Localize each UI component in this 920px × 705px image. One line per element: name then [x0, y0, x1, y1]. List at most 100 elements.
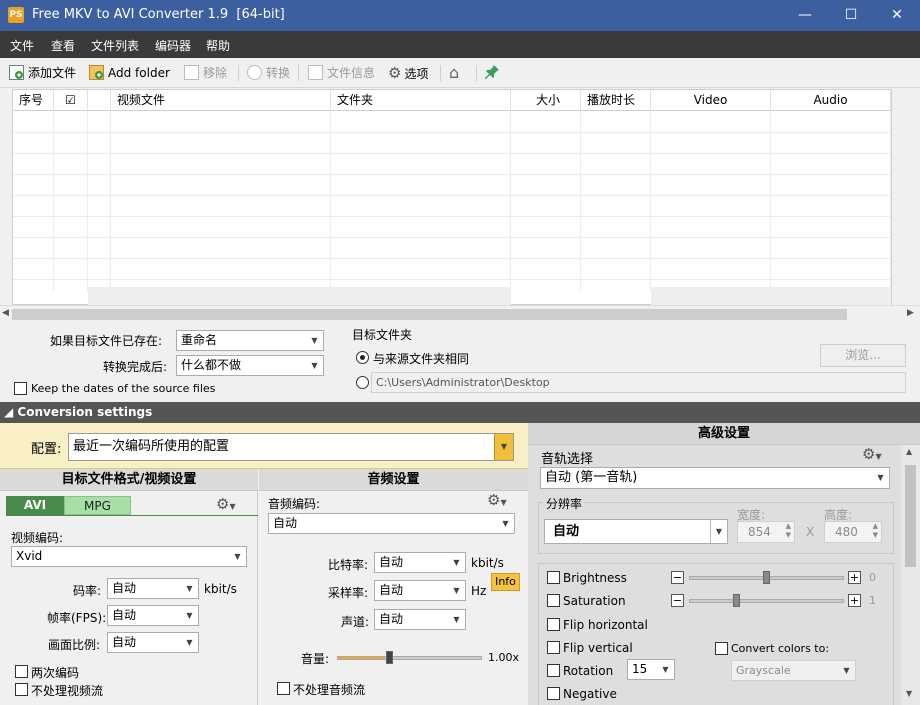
- scroll-down-icon[interactable]: ▼: [906, 689, 912, 698]
- aspect-ratio-label: 画面比例:: [48, 638, 101, 652]
- scrollbar-thumb[interactable]: [12, 309, 847, 320]
- flip-vertical-checkbox[interactable]: [547, 641, 560, 654]
- menu-help[interactable]: 帮助: [206, 37, 230, 54]
- fps-select[interactable]: 自动 ▼: [107, 605, 199, 626]
- col-header-video[interactable]: Video: [651, 90, 771, 111]
- audio-track-select[interactable]: 自动 (第一音轨) ▼: [540, 467, 890, 489]
- chevron-down-icon: ▼: [234, 552, 241, 561]
- saturation-slider-thumb[interactable]: [733, 594, 740, 607]
- brightness-checkbox[interactable]: [547, 571, 560, 584]
- tab-avi[interactable]: AVI: [6, 496, 64, 515]
- volume-slider[interactable]: [337, 656, 482, 660]
- negative-label: Negative: [563, 687, 617, 701]
- width-spinner[interactable]: 854 ▲ ▼: [737, 521, 795, 543]
- convert-colors-checkbox[interactable]: [715, 642, 728, 655]
- app-logo-icon: PS: [8, 7, 24, 23]
- custom-folder-radio[interactable]: [356, 376, 369, 389]
- add-folder-button[interactable]: Add folder: [89, 64, 170, 82]
- volume-slider-thumb[interactable]: [386, 651, 393, 664]
- no-video-checkbox[interactable]: [15, 683, 28, 696]
- options-button[interactable]: ⚙ 选项: [388, 64, 428, 82]
- home-icon[interactable]: ⌂: [449, 64, 459, 82]
- samplerate-select[interactable]: 自动 ▼: [374, 580, 466, 601]
- target-folder-label: 目标文件夹: [352, 328, 413, 342]
- col-header-duration[interactable]: 播放时长: [581, 90, 651, 111]
- menu-view[interactable]: 查看: [51, 37, 75, 54]
- settings-gear-icon[interactable]: ⚙▼: [216, 495, 236, 513]
- pin-icon[interactable]: [484, 64, 500, 82]
- aspect-ratio-select[interactable]: 自动 ▼: [107, 632, 199, 653]
- saturation-plus-button[interactable]: +: [848, 594, 861, 607]
- audio-bitrate-select[interactable]: 自动 ▼: [374, 552, 466, 573]
- brightness-minus-button[interactable]: −: [671, 571, 684, 584]
- scroll-up-icon[interactable]: ▲: [906, 447, 912, 456]
- maximize-button[interactable]: ☐: [828, 0, 874, 31]
- samplerate-label: 采样率:: [328, 586, 369, 600]
- browse-button[interactable]: 浏览...: [820, 344, 906, 367]
- convert-colors-select[interactable]: Grayscale ▼: [731, 660, 856, 681]
- if-exists-select[interactable]: 重命名 ▼: [176, 330, 324, 351]
- resolution-select[interactable]: 自动 ▼: [544, 519, 728, 544]
- video-codec-select[interactable]: Xvid ▼: [11, 546, 247, 567]
- vertical-scrollbar-thumb[interactable]: [905, 465, 916, 567]
- two-pass-checkbox[interactable]: [15, 665, 28, 678]
- saturation-checkbox[interactable]: [547, 594, 560, 607]
- menu-file-list[interactable]: 文件列表: [91, 37, 139, 54]
- scroll-left-icon[interactable]: ◀: [2, 308, 9, 318]
- brightness-plus-button[interactable]: +: [848, 571, 861, 584]
- horizontal-scrollbar[interactable]: ◀ ▶: [0, 305, 920, 322]
- options-label: 选项: [404, 67, 429, 81]
- video-bitrate-label: 码率:: [73, 584, 102, 598]
- audio-bitrate-label: 比特率:: [328, 558, 369, 572]
- menu-encoder[interactable]: 编码器: [155, 37, 191, 54]
- menu-file[interactable]: 文件: [10, 37, 34, 54]
- col-header-folder[interactable]: 文件夹: [331, 90, 511, 111]
- brightness-slider-thumb[interactable]: [763, 571, 770, 584]
- add-file-button[interactable]: 添加文件: [9, 64, 76, 82]
- file-info-button[interactable]: 文件信息: [308, 64, 375, 82]
- after-convert-select[interactable]: 什么都不做 ▼: [176, 355, 324, 376]
- no-audio-checkbox[interactable]: [277, 682, 290, 695]
- col-header-size[interactable]: 大小: [511, 90, 581, 111]
- conversion-settings-left: 配置: 最近一次编码所使用的配置 ▼ 目标文件格式/视频设置 AVI MPG ⚙…: [0, 423, 528, 705]
- rotation-checkbox[interactable]: [547, 664, 560, 677]
- tab-mpg[interactable]: MPG: [64, 496, 131, 515]
- convert-button[interactable]: 转换: [247, 64, 290, 82]
- rotation-select[interactable]: 15 ▼: [627, 659, 675, 680]
- height-spinner[interactable]: 480 ▲ ▼: [824, 521, 882, 543]
- custom-folder-path[interactable]: C:\Users\Administrator\Desktop: [371, 372, 906, 393]
- col-header-video-file[interactable]: 视频文件: [111, 90, 331, 111]
- audio-settings-gear-icon[interactable]: ⚙▼: [487, 491, 507, 509]
- minimize-button[interactable]: —: [782, 0, 828, 31]
- brightness-value: 0: [869, 571, 876, 584]
- audio-codec-value: 自动: [273, 516, 298, 530]
- col-header-index[interactable]: 序号: [13, 90, 54, 111]
- col-header-audio[interactable]: Audio: [771, 90, 891, 111]
- two-pass-label: 两次编码: [31, 666, 80, 680]
- samplerate-value: 自动: [379, 583, 404, 597]
- advanced-gear-icon[interactable]: ⚙▼: [862, 445, 882, 463]
- vertical-scrollbar[interactable]: ▲ ▼: [901, 445, 920, 705]
- audio-codec-select[interactable]: 自动 ▼: [268, 513, 515, 534]
- saturation-slider[interactable]: [689, 599, 844, 603]
- conversion-settings-bar[interactable]: ◢ Conversion settings: [0, 402, 920, 423]
- channels-select[interactable]: 自动 ▼: [374, 609, 466, 630]
- chevron-down-icon: ▼: [186, 611, 193, 620]
- file-list-grid[interactable]: 序号 ☑ 视频文件 文件夹 大小 播放时长 Video Audio: [12, 89, 892, 305]
- same-as-source-radio[interactable]: [356, 351, 369, 364]
- flip-horizontal-checkbox[interactable]: [547, 618, 560, 631]
- remove-button[interactable]: 移除: [184, 64, 227, 82]
- scroll-right-icon[interactable]: ▶: [907, 308, 914, 318]
- preset-select[interactable]: 最近一次编码所使用的配置 ▼: [68, 433, 514, 461]
- keep-dates-checkbox[interactable]: [14, 382, 27, 395]
- close-button[interactable]: ✕: [874, 0, 920, 31]
- saturation-minus-button[interactable]: −: [671, 594, 684, 607]
- resolution-value: 自动: [553, 524, 580, 539]
- same-as-source-label: 与来源文件夹相同: [373, 352, 470, 366]
- info-badge[interactable]: Info: [491, 573, 520, 591]
- video-bitrate-select[interactable]: 自动 ▼: [107, 578, 199, 599]
- grid-line: [13, 279, 891, 280]
- flip-vertical-label: Flip vertical: [563, 641, 633, 655]
- col-header-checkbox[interactable]: ☑: [54, 90, 88, 111]
- negative-checkbox[interactable]: [547, 687, 560, 700]
